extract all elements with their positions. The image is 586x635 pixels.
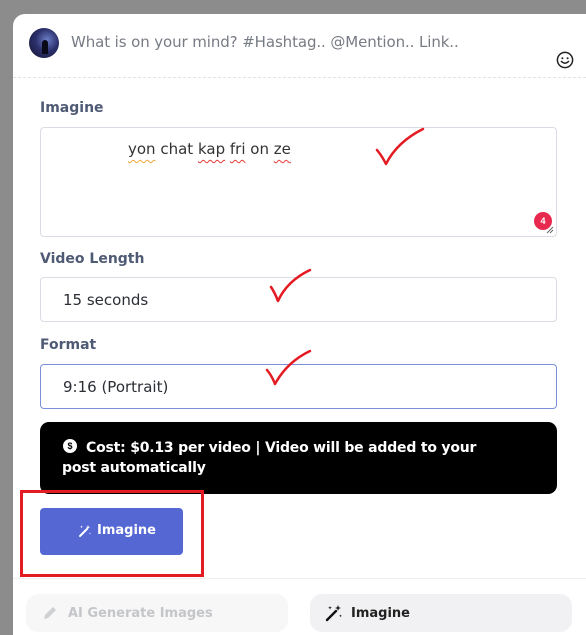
cost-notice: $ Cost: $0.13 per video | Video will be … <box>40 422 557 494</box>
imagine-textarea-value: yon chat kap fri on ze <box>128 140 291 158</box>
cost-notice-text: Cost: $0.13 per video | Video will be ad… <box>62 440 477 476</box>
annotation-highlight-box <box>20 490 204 577</box>
annotation-checkmark <box>265 349 312 386</box>
tab-label: Imagine <box>351 606 410 621</box>
annotation-checkmark <box>375 127 425 166</box>
prompt-word: fri <box>229 140 246 158</box>
prompt-word: ze <box>273 140 291 158</box>
pencil-icon <box>44 607 56 619</box>
magic-wand-icon <box>325 605 342 622</box>
emoji-icon[interactable] <box>556 51 574 69</box>
post-composer-card: What is on your mind? #Hashtag.. @Mentio… <box>13 14 586 635</box>
prompt-word: yon <box>128 140 156 158</box>
annotation-checkmark <box>269 268 312 303</box>
tab-ai-generate-images[interactable]: AI Generate Images <box>26 594 288 632</box>
prompt-word: chat <box>160 140 194 158</box>
divider <box>13 578 586 579</box>
format-label: Format <box>40 337 97 353</box>
composer-input[interactable]: What is on your mind? #Hashtag.. @Mentio… <box>71 33 459 51</box>
prompt-word: kap <box>197 140 226 158</box>
format-value: 9:16 (Portrait) <box>63 378 169 396</box>
tab-imagine[interactable]: Imagine <box>310 594 572 632</box>
tab-label: AI Generate Images <box>68 606 213 621</box>
video-length-label: Video Length <box>40 251 145 267</box>
composer-header: What is on your mind? #Hashtag.. @Mentio… <box>13 14 586 78</box>
avatar[interactable] <box>29 28 59 58</box>
imagine-textarea[interactable]: yon chat kap fri on ze 4 <box>40 127 557 237</box>
prompt-word: on <box>250 140 269 158</box>
video-length-value: 15 seconds <box>63 291 149 309</box>
resize-handle-icon[interactable] <box>546 226 554 234</box>
imagine-label: Imagine <box>40 100 104 116</box>
